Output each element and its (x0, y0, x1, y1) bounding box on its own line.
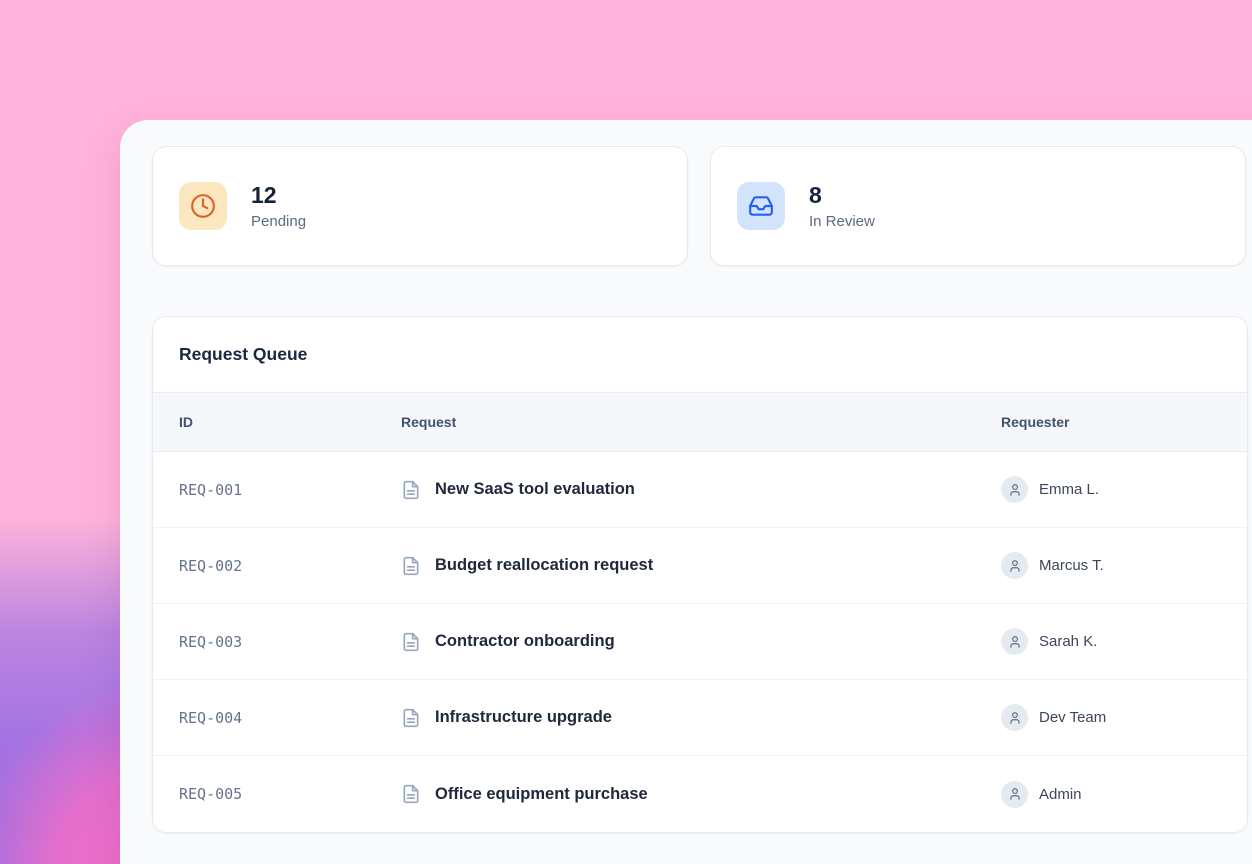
queue-title: Request Queue (179, 344, 307, 365)
requester-name: Emma L. (1039, 481, 1099, 498)
request-id: REQ-002 (179, 557, 401, 575)
stat-card-pending[interactable]: 12 Pending (152, 146, 688, 266)
table-header-row: ID Request Requester (153, 393, 1247, 452)
request-id: REQ-005 (179, 785, 401, 803)
requester-name: Marcus T. (1039, 557, 1104, 574)
column-header-request: Request (401, 414, 1001, 430)
request-title: New SaaS tool evaluation (435, 480, 635, 499)
inbox-icon (737, 182, 785, 230)
pending-label: Pending (251, 213, 306, 230)
main-panel: 12 Pending 8 In Review Request Queue ID … (120, 120, 1252, 864)
in-review-label: In Review (809, 213, 875, 230)
column-header-requester: Requester (1001, 414, 1221, 430)
file-text-icon (401, 708, 421, 728)
user-avatar-icon (1001, 704, 1028, 731)
file-text-icon (401, 784, 421, 804)
request-id: REQ-003 (179, 633, 401, 651)
in-review-count: 8 (809, 182, 875, 208)
stat-card-in-review[interactable]: 8 In Review (710, 146, 1246, 266)
file-text-icon (401, 632, 421, 652)
table-row[interactable]: REQ-003 Contractor onboarding Sarah K. (153, 604, 1247, 680)
requester-name: Dev Team (1039, 709, 1106, 726)
user-avatar-icon (1001, 552, 1028, 579)
user-avatar-icon (1001, 476, 1028, 503)
requester-name: Admin (1039, 786, 1082, 803)
table-row[interactable]: REQ-002 Budget reallocation request Marc… (153, 528, 1247, 604)
request-title: Infrastructure upgrade (435, 708, 612, 727)
request-queue-card: Request Queue ID Request Requester REQ-0… (152, 316, 1248, 833)
request-id: REQ-004 (179, 709, 401, 727)
user-avatar-icon (1001, 628, 1028, 655)
queue-header: Request Queue (153, 317, 1247, 393)
user-avatar-icon (1001, 781, 1028, 808)
request-title: Office equipment purchase (435, 785, 648, 804)
file-text-icon (401, 480, 421, 500)
request-id: REQ-001 (179, 481, 401, 499)
file-text-icon (401, 556, 421, 576)
request-title: Contractor onboarding (435, 632, 615, 651)
table-row[interactable]: REQ-001 New SaaS tool evaluation Emma L. (153, 452, 1247, 528)
clock-icon (179, 182, 227, 230)
table-row[interactable]: REQ-005 Office equipment purchase Admin (153, 756, 1247, 832)
dashboard-screen: { "colors": { "bg_pink": "#FFB2DA", "bg_… (0, 0, 1252, 864)
requester-name: Sarah K. (1039, 633, 1097, 650)
request-title: Budget reallocation request (435, 556, 653, 575)
column-header-id: ID (179, 414, 401, 430)
stats-row: 12 Pending 8 In Review (152, 146, 1248, 266)
pending-count: 12 (251, 182, 306, 208)
table-row[interactable]: REQ-004 Infrastructure upgrade Dev Team (153, 680, 1247, 756)
